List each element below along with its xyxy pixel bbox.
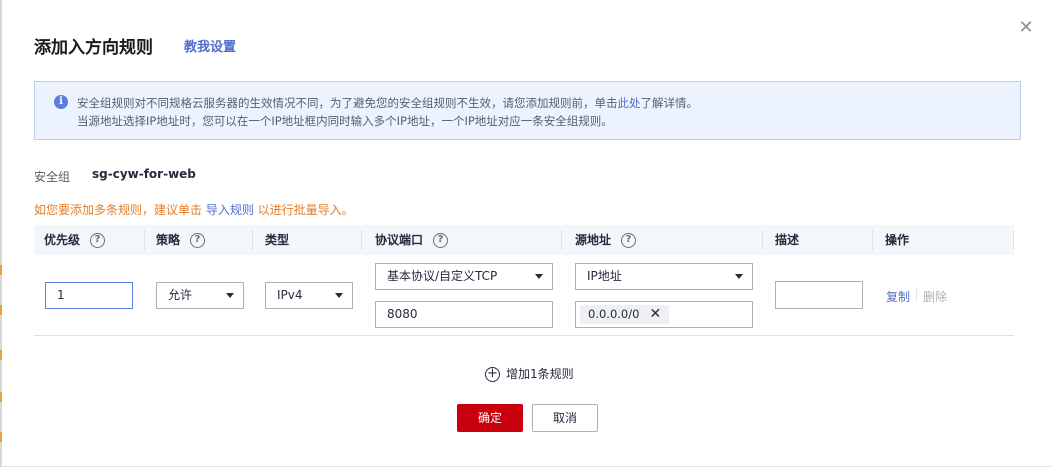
plus-circle-icon: +: [485, 367, 500, 382]
help-icon[interactable]: ?: [621, 233, 637, 248]
ip-tag: 0.0.0.0/0 ✕: [580, 305, 670, 324]
notice-line-1: 安全组规则对不同规格云服务器的生效情况不同，为了避免您的安全组规则不生效，请您添…: [77, 95, 698, 111]
batch-import-tip: 如您要添加多条规则，建议单击 导入规则 以进行批量导入。: [34, 201, 354, 218]
details-link[interactable]: 此处: [618, 96, 641, 110]
column-description: 描述: [775, 233, 800, 247]
import-rules-link[interactable]: 导入规则: [206, 203, 254, 217]
port-input[interactable]: 8080: [375, 301, 553, 328]
priority-input[interactable]: 1: [45, 282, 133, 309]
description-input[interactable]: [775, 281, 863, 309]
table-row: 1 允许 IPv4 基本协议/自定义TCP 8080 IP地址 0.0.0.0/…: [34, 255, 1014, 336]
column-divider: [144, 230, 145, 250]
column-divider: [252, 230, 253, 250]
column-priority: 优先级?: [44, 225, 106, 255]
source-type-value: IP地址: [587, 269, 622, 283]
policy-value: 允许: [168, 288, 193, 302]
column-divider: [561, 230, 562, 250]
close-icon[interactable]: ✕: [649, 305, 661, 324]
tip-text: 以进行批量导入。: [253, 203, 354, 217]
security-group-label: 安全组: [34, 170, 71, 184]
dialog-title: 添加入方向规则: [34, 38, 153, 58]
notice-text: 了解详情。: [640, 96, 699, 110]
delete-rule-link[interactable]: 删除: [923, 288, 947, 305]
info-notice: i 安全组规则对不同规格云服务器的生效情况不同，为了避免您的安全组规则不生效，请…: [34, 81, 1021, 140]
column-source: 源地址?: [575, 225, 637, 255]
add-inbound-rule-dialog: 添加入方向规则 教我设置 ✕ i 安全组规则对不同规格云服务器的生效情况不同，为…: [2, 0, 1051, 467]
protocol-value: 基本协议/自定义TCP: [387, 269, 498, 283]
chevron-down-icon: [535, 274, 543, 279]
column-type: 类型: [265, 233, 290, 247]
source-type-select[interactable]: IP地址: [575, 263, 753, 290]
close-icon[interactable]: ✕: [1016, 18, 1036, 38]
copy-rule-link[interactable]: 复制: [886, 288, 910, 305]
chevron-down-icon: [335, 293, 343, 298]
info-icon: i: [54, 95, 68, 109]
column-divider: [872, 230, 873, 250]
column-protocol-port: 协议端口?: [375, 225, 449, 255]
ip-tag-value: 0.0.0.0/0: [588, 307, 640, 321]
add-rule-button[interactable]: + 增加1条规则: [485, 365, 574, 382]
type-select[interactable]: IPv4: [265, 282, 353, 309]
security-group-name: sg-cyw-for-web: [92, 167, 196, 181]
notice-text: 安全组规则对不同规格云服务器的生效情况不同，为了避免您的安全组规则不生效，请您添…: [77, 96, 618, 110]
column-divider: [762, 230, 763, 250]
column-policy: 策略?: [156, 225, 206, 255]
add-rule-label: 增加1条规则: [506, 367, 574, 381]
notice-line-2: 当源地址选择IP地址时，您可以在一个IP地址框内同时输入多个IP地址，一个IP地…: [77, 114, 613, 128]
column-actions: 操作: [885, 233, 910, 247]
column-divider: [361, 230, 362, 250]
tip-text: 如您要添加多条规则，建议单击: [34, 203, 206, 217]
column-divider: [1013, 230, 1014, 250]
chevron-down-icon: [735, 274, 743, 279]
protocol-select[interactable]: 基本协议/自定义TCP: [375, 263, 553, 290]
help-icon[interactable]: ?: [90, 233, 106, 248]
confirm-button[interactable]: 确定: [457, 404, 523, 432]
rules-table-header: 优先级? 策略? 类型 协议端口? 源地址? 描述 操作: [34, 225, 1014, 255]
source-ip-input[interactable]: 0.0.0.0/0 ✕: [575, 301, 753, 328]
type-value: IPv4: [277, 288, 303, 302]
help-link[interactable]: 教我设置: [184, 36, 236, 55]
help-icon[interactable]: ?: [433, 233, 449, 248]
chevron-down-icon: [226, 293, 234, 298]
policy-select[interactable]: 允许: [156, 282, 244, 309]
help-icon[interactable]: ?: [190, 233, 206, 248]
cancel-button[interactable]: 取消: [532, 404, 598, 432]
action-divider: [916, 289, 917, 301]
